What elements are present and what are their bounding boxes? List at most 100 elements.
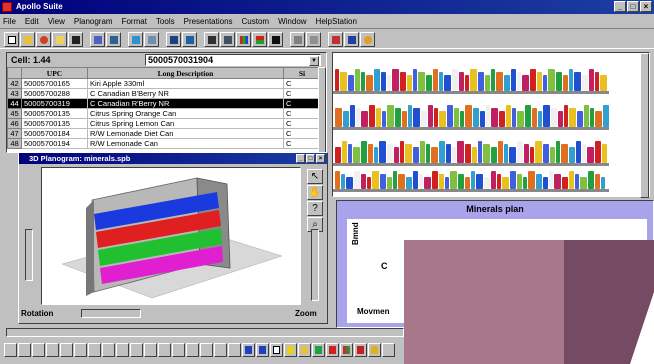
horizontal-scrollbar[interactable] [6,328,404,337]
yellow-icon[interactable] [284,343,297,357]
shelf-image-pane[interactable] [332,52,650,198]
distribute-icon[interactable] [306,32,321,47]
report-icon[interactable] [328,32,343,47]
question-icon[interactable]: ? [307,201,323,216]
upc-cell[interactable]: 50005700319 [21,98,88,109]
chart-icon[interactable] [182,32,197,47]
maximize-button[interactable]: □ [627,1,639,12]
close-button[interactable]: × [640,1,652,12]
flag2-icon[interactable] [354,343,367,357]
lock-icon[interactable] [368,343,381,357]
split-left-icon[interactable] [242,343,255,357]
size-cell[interactable]: C [283,88,321,99]
menu-custom[interactable]: Custom [242,17,270,26]
upc-cell[interactable]: 50005700288 [21,88,88,99]
column-header-upc[interactable]: UPC [21,67,88,79]
description-cell[interactable]: R/W Lemonade Can [87,138,284,149]
menu-presentations[interactable]: Presentations [184,17,233,26]
shelf-scrollbar[interactable] [640,53,649,198]
move-tool-icon[interactable] [18,343,31,357]
description-cell[interactable]: Citrus Spring Lemon Can [87,118,284,129]
description-cell[interactable]: Citrus Spring Orange Can [87,108,284,119]
size-cell[interactable]: C [283,128,321,139]
bar-tool-icon[interactable] [88,343,101,357]
dropdown-arrow-icon[interactable]: ▼ [309,56,319,66]
split-right-icon[interactable] [256,343,269,357]
table-row[interactable]: 45 50005700135 Citrus Spring Orange Can … [7,108,321,119]
palette2-icon[interactable] [340,343,353,357]
tools-icon[interactable] [106,32,121,47]
save-icon[interactable] [68,32,83,47]
palette-icon[interactable] [36,32,51,47]
note-tool-icon[interactable] [200,343,213,357]
menu-window[interactable]: Window [278,17,306,26]
size-cell[interactable]: C [283,98,321,109]
box-tool-icon[interactable] [144,343,157,357]
fill-icon[interactable] [268,32,283,47]
upc-cell[interactable]: 50005700135 [21,118,88,129]
zoom-slider[interactable] [311,229,319,301]
layout-icon[interactable] [220,32,235,47]
menu-edit[interactable]: Edit [25,17,39,26]
wand-icon[interactable] [90,32,105,47]
tilt-slider[interactable] [25,229,33,281]
column-header-size[interactable]: Si [283,67,321,79]
select-tool-icon[interactable] [4,343,17,357]
table-row-selected[interactable]: 44 50005700319 C Canadian R'Berry NR C [7,98,321,109]
grid-icon[interactable] [144,32,159,47]
green-bar-icon[interactable] [312,343,325,357]
hand-icon[interactable]: ✋ [307,185,323,200]
table-row[interactable]: 48 50005700194 R/W Lemonade Can C [7,138,321,149]
label-tool-icon[interactable] [186,343,199,357]
minimize-3d-button[interactable]: _ [296,154,305,163]
upc-cell[interactable]: 50005700135 [21,108,88,119]
size-cell[interactable]: C [283,78,321,89]
size-cell[interactable]: C [283,108,321,119]
close-3d-button[interactable]: × [316,154,325,163]
columns-icon[interactable] [204,32,219,47]
table-row[interactable]: 42 50005700165 Kiri Apple 330ml C [7,78,321,89]
upc-cell[interactable]: 50005700184 [21,128,88,139]
page-icon[interactable] [270,343,283,357]
line-tool-icon[interactable] [130,343,143,357]
table-scrollbar[interactable] [318,67,326,154]
red-bar-icon[interactable] [326,343,339,357]
size-cell[interactable]: C [283,138,321,149]
product-tool-icon[interactable] [60,343,73,357]
description-cell[interactable]: C Canadian R'Berry NR [87,98,284,109]
rotation-slider[interactable] [81,309,141,318]
cell-value-field[interactable]: 5000570031904 ▼ [145,54,321,66]
planogram-icon[interactable] [166,32,181,47]
menu-helpstation[interactable]: HelpStation [316,17,357,26]
flag-icon[interactable] [252,32,267,47]
table-row[interactable]: 43 50005700288 C Canadian B'Berry NR C [7,88,321,99]
menu-planogram[interactable]: Planogram [74,17,113,26]
help-icon[interactable] [344,32,359,47]
ungroup-tool-icon[interactable] [228,343,241,357]
group-tool-icon[interactable] [214,343,227,357]
table-row[interactable]: 46 50005700135 Citrus Spring Lemon Can C [7,118,321,129]
new-icon[interactable] [4,32,19,47]
planogram-3d-viewport[interactable] [41,167,301,305]
text-tool-icon[interactable] [116,343,129,357]
planogram-3d-titlebar[interactable]: 3D Planogram: minerals.spb _ □ × [19,153,327,164]
menu-format[interactable]: Format [122,17,147,26]
align-icon[interactable] [290,32,305,47]
folder2-icon[interactable] [298,343,311,357]
chest-tool-icon[interactable] [102,343,115,357]
size-cell[interactable]: C [283,118,321,129]
open-icon[interactable] [20,32,35,47]
shelf-icon[interactable] [128,32,143,47]
table-row[interactable]: 47 50005700184 R/W Lemonade Diet Can C [7,128,321,139]
peg-tool-icon[interactable] [74,343,87,357]
maximize-3d-button[interactable]: □ [306,154,315,163]
menu-file[interactable]: File [3,17,16,26]
description-cell[interactable]: R/W Lemonade Diet Can [87,128,284,139]
settings-icon[interactable] [382,343,395,357]
power-icon[interactable] [360,32,375,47]
minimize-button[interactable]: _ [614,1,626,12]
description-cell[interactable]: C Canadian B'Berry NR [87,88,284,99]
color-bars-icon[interactable] [236,32,251,47]
circle-tool-icon[interactable] [158,343,171,357]
shelf-tool-icon[interactable] [32,343,45,357]
